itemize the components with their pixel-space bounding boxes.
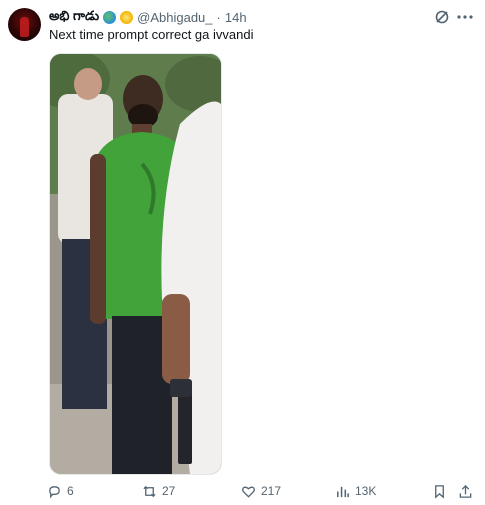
- tweet-text: Next time prompt correct ga ivvandi: [49, 27, 254, 42]
- reply-button[interactable]: 6: [47, 482, 74, 500]
- globe-emoji-icon: [103, 10, 117, 24]
- tweet[interactable]: అభి గాడు @Abhigadu_ · 14h Next time prom…: [0, 0, 485, 505]
- bookmark-button[interactable]: [432, 482, 447, 500]
- heart-icon: [242, 486, 255, 498]
- views-count: 13K: [355, 484, 377, 498]
- repost-count: 27: [162, 484, 176, 498]
- more-icon[interactable]: [456, 9, 474, 25]
- repost-button[interactable]: 27: [142, 482, 175, 500]
- star-emoji-icon: [120, 10, 134, 24]
- photo-illustration: [50, 54, 221, 474]
- repost-icon: [143, 485, 156, 497]
- avatar[interactable]: [8, 8, 41, 41]
- separator-dot: ·: [216, 9, 221, 25]
- views-icon: [337, 486, 349, 497]
- user-handle[interactable]: @Abhigadu_: [137, 10, 212, 25]
- tweet-photo[interactable]: [49, 53, 222, 475]
- reply-icon: [49, 485, 60, 499]
- like-button[interactable]: 217: [241, 482, 281, 500]
- grok-icon[interactable]: [434, 9, 450, 25]
- views-button[interactable]: 13K: [335, 482, 376, 500]
- reply-count: 6: [67, 484, 74, 498]
- like-count: 217: [261, 484, 282, 498]
- timestamp[interactable]: 14h: [225, 10, 247, 25]
- share-icon: [459, 484, 472, 498]
- share-button[interactable]: [458, 482, 473, 500]
- action-bar: 6 27 217 13K: [47, 482, 477, 500]
- display-name[interactable]: అభి గాడు: [49, 8, 99, 27]
- tweet-header: అభి గాడు @Abhigadu_ · 14h: [49, 8, 425, 26]
- bookmark-icon: [435, 484, 444, 499]
